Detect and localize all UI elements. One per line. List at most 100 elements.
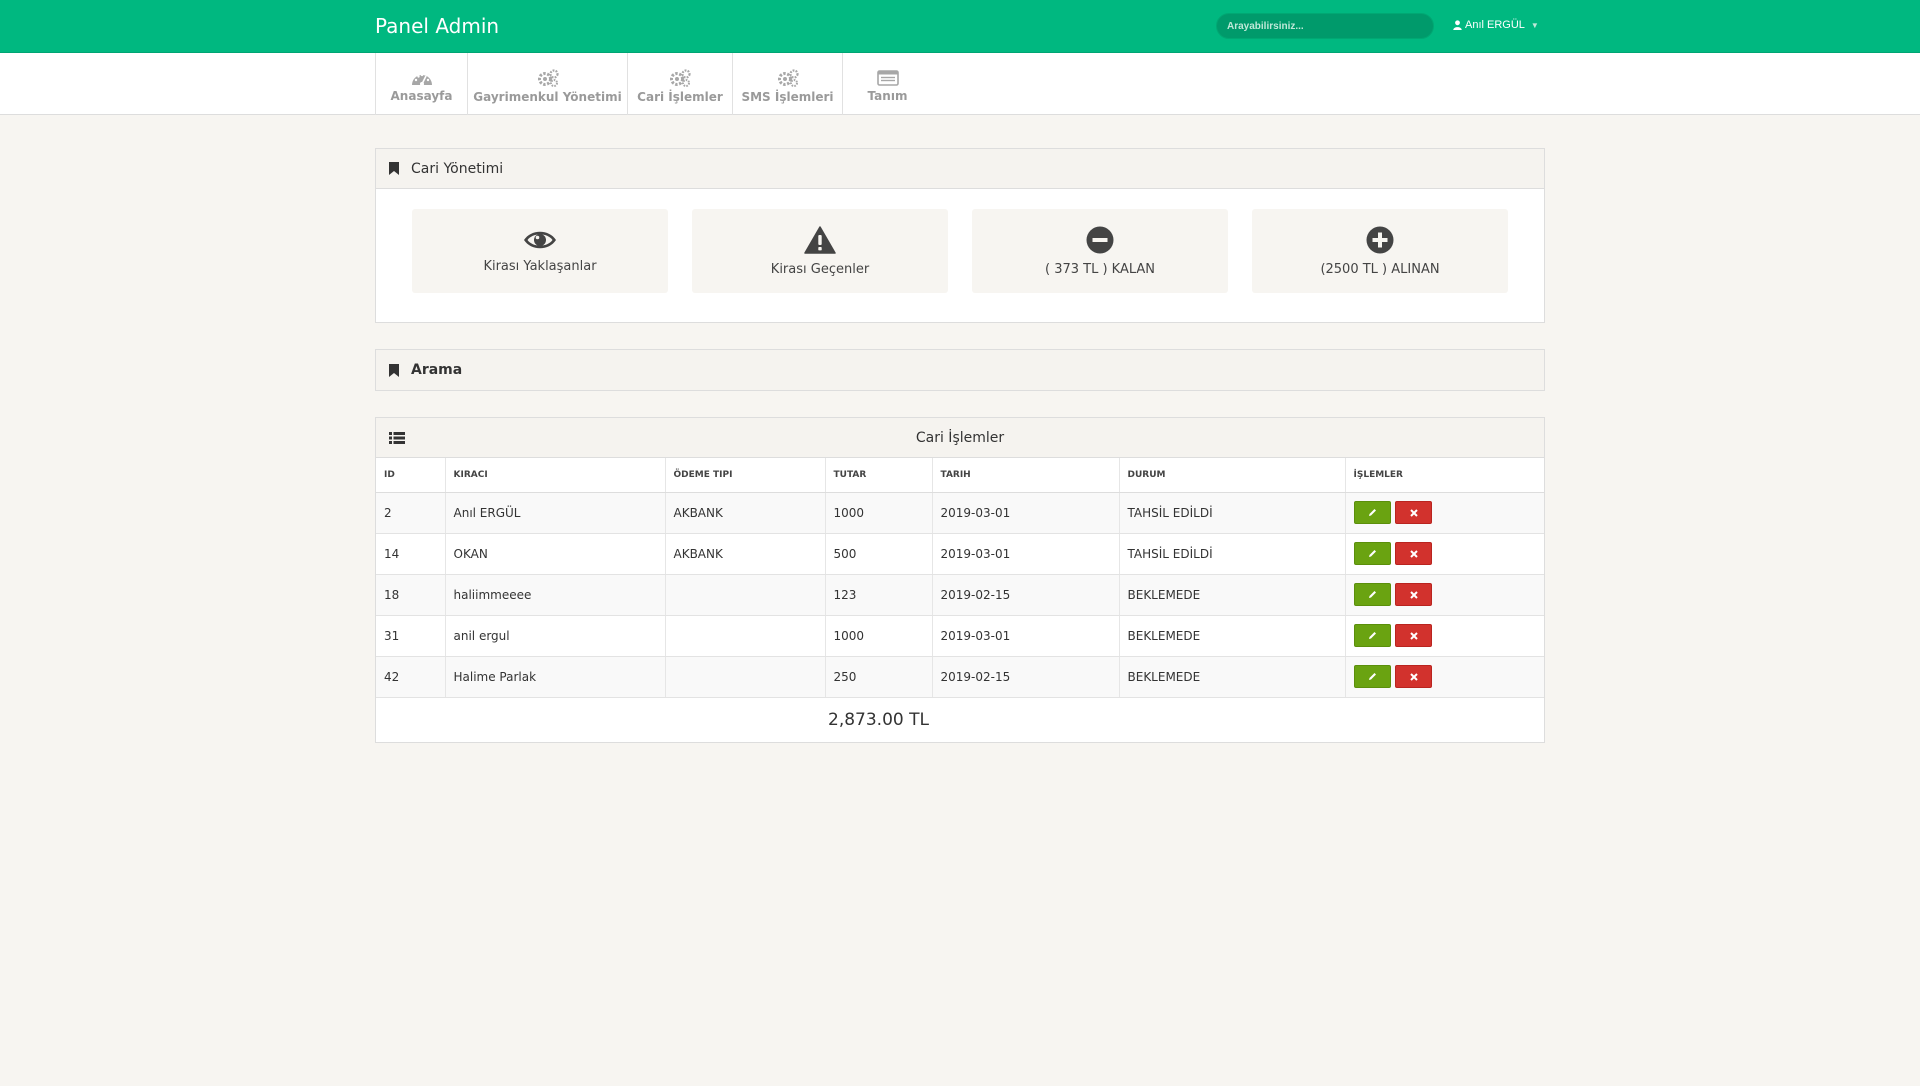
cari-table: ID KIRACI ÖDEME TIPI TUTAR TARIH DURUM İ… [376,458,1544,698]
cell-kiraci: Anıl ERGÜL [445,492,666,534]
close-icon [1410,632,1418,640]
pencil-icon [1368,591,1376,598]
table-footer: 2,873.00 TL [376,698,1544,742]
cell-tutar: 250 [825,656,933,698]
cell-actions [1345,656,1544,698]
cell-tarih: 2019-02-15 [932,574,1120,616]
cell-odeme [665,574,826,616]
cell-kiraci: anil ergul [445,615,666,657]
col-id[interactable]: ID [376,458,446,493]
pencil-icon [1368,632,1376,639]
nav-label-sms-islemleri: SMS İşlemleri [741,89,834,104]
bookmark-icon [389,363,399,377]
cell-odeme [665,615,826,657]
col-odeme-tipi[interactable]: ÖDEME TIPI [665,458,826,493]
col-tutar[interactable]: TUTAR [825,458,933,493]
col-durum[interactable]: DURUM [1119,458,1346,493]
panel-header: Cari Yönetimi [376,149,1544,189]
nav-item-anasayfa[interactable]: Anasayfa [375,53,467,115]
cell-tarih: 2019-03-01 [932,533,1120,575]
pencil-icon [1368,509,1376,516]
cell-actions [1345,574,1544,616]
nav-label-tanim: Tanım [867,88,908,103]
gears-icon [670,68,691,87]
close-icon [1410,591,1418,599]
close-icon [1410,673,1418,681]
top-bar: Panel Admin Anıl ERGÜL ▼ [0,0,1920,53]
cell-actions [1345,492,1544,534]
nav-label-gayrimenkul: Gayrimenkul Yönetimi [473,89,622,104]
panel-header: Cari İşlemler [376,418,1544,458]
user-menu[interactable]: Anıl ERGÜL ▼ [1453,19,1539,31]
tile-kalan[interactable]: ( 373 TL ) KALAN [972,209,1228,293]
edit-button[interactable] [1353,624,1391,647]
nav-item-sms-islemleri[interactable]: SMS İşlemleri [732,53,842,115]
cell-durum: TAHSİL EDİLDİ [1119,533,1346,575]
cell-durum: BEKLEMEDE [1119,656,1346,698]
user-icon [1453,20,1462,30]
table-header-row: ID KIRACI ÖDEME TIPI TUTAR TARIH DURUM İ… [376,458,1544,493]
plus-circle-icon [1366,226,1394,253]
tile-label: ( 373 TL ) KALAN [1044,261,1156,277]
cari-yonetimi-panel: Cari Yönetimi Kirası Yaklaşanlar Kirası … [375,148,1545,323]
cell-durum: TAHSİL EDİLDİ [1119,492,1346,534]
col-tarih[interactable]: TARIH [932,458,1120,493]
table-row: 42 Halime Parlak 250 2019-02-15 BEKLEMED… [376,656,1544,698]
minus-circle-icon [1086,226,1114,253]
delete-button[interactable] [1395,665,1433,688]
nav-item-gayrimenkul[interactable]: Gayrimenkul Yönetimi [467,53,627,115]
dashboard-icon [411,73,432,86]
tile-kirasi-yaklasanlar[interactable]: Kirası Yaklaşanlar [412,209,668,293]
warning-icon [804,225,836,254]
pencil-icon [1368,550,1376,557]
col-islemler: İŞLEMLER [1345,458,1544,493]
col-kiraci[interactable]: KIRACI [445,458,666,493]
search-input[interactable] [1216,13,1434,39]
cell-odeme: AKBANK [665,492,826,534]
summary-tiles: Kirası Yaklaşanlar Kirası Geçenler ( 373… [376,189,1544,321]
delete-button[interactable] [1395,583,1433,606]
table-title: Cari İşlemler [915,429,1005,446]
delete-button[interactable] [1395,501,1433,524]
cell-actions [1345,615,1544,657]
panel-title: Cari Yönetimi [411,160,504,177]
cell-tutar: 1000 [825,492,933,534]
nav-label-cari-islemler: Cari İşlemler [637,89,723,104]
delete-button[interactable] [1395,542,1433,565]
list-box-icon [876,69,899,86]
cell-actions [1345,533,1544,575]
cari-islemler-panel: Cari İşlemler ID KIRACI ÖDEME TIPI TUTAR… [375,417,1545,743]
cell-id: 42 [376,656,446,698]
delete-button[interactable] [1395,624,1433,647]
main-nav-bar: Anasayfa Gayrimenkul Yönetimi Cari İşlem… [0,53,1920,115]
nav-item-tanim[interactable]: Tanım [842,53,932,115]
list-icon [389,432,405,444]
gears-icon [537,68,559,87]
close-icon [1410,550,1418,558]
tile-alinan[interactable]: (2500 TL ) ALINAN [1252,209,1508,293]
tile-label: Kirası Yaklaşanlar [483,258,597,274]
nav-item-cari-islemler[interactable]: Cari İşlemler [627,53,732,115]
total-amount: 2,873.00 TL [828,709,929,730]
pencil-icon [1368,673,1376,680]
eye-icon [524,231,556,248]
cell-durum: BEKLEMEDE [1119,574,1346,616]
chevron-down-icon: ▼ [1530,20,1539,30]
gears-icon [777,68,799,87]
cell-tutar: 1000 [825,615,933,657]
edit-button[interactable] [1353,665,1391,688]
brand-title[interactable]: Panel Admin [375,14,499,38]
cell-tutar: 500 [825,533,933,575]
table-row: 14 OKAN AKBANK 500 2019-03-01 TAHSİL EDİ… [376,533,1544,575]
cell-tarih: 2019-02-15 [932,656,1120,698]
cell-durum: BEKLEMEDE [1119,615,1346,657]
bookmark-icon [389,162,399,175]
edit-button[interactable] [1353,542,1391,565]
tile-kirasi-gecenler[interactable]: Kirası Geçenler [692,209,948,293]
edit-button[interactable] [1353,583,1391,606]
cell-kiraci: Halime Parlak [445,656,666,698]
cell-id: 31 [376,615,446,657]
table-row: 31 anil ergul 1000 2019-03-01 BEKLEMEDE [376,615,1544,657]
arama-panel[interactable]: Arama [375,349,1545,391]
edit-button[interactable] [1353,501,1391,524]
